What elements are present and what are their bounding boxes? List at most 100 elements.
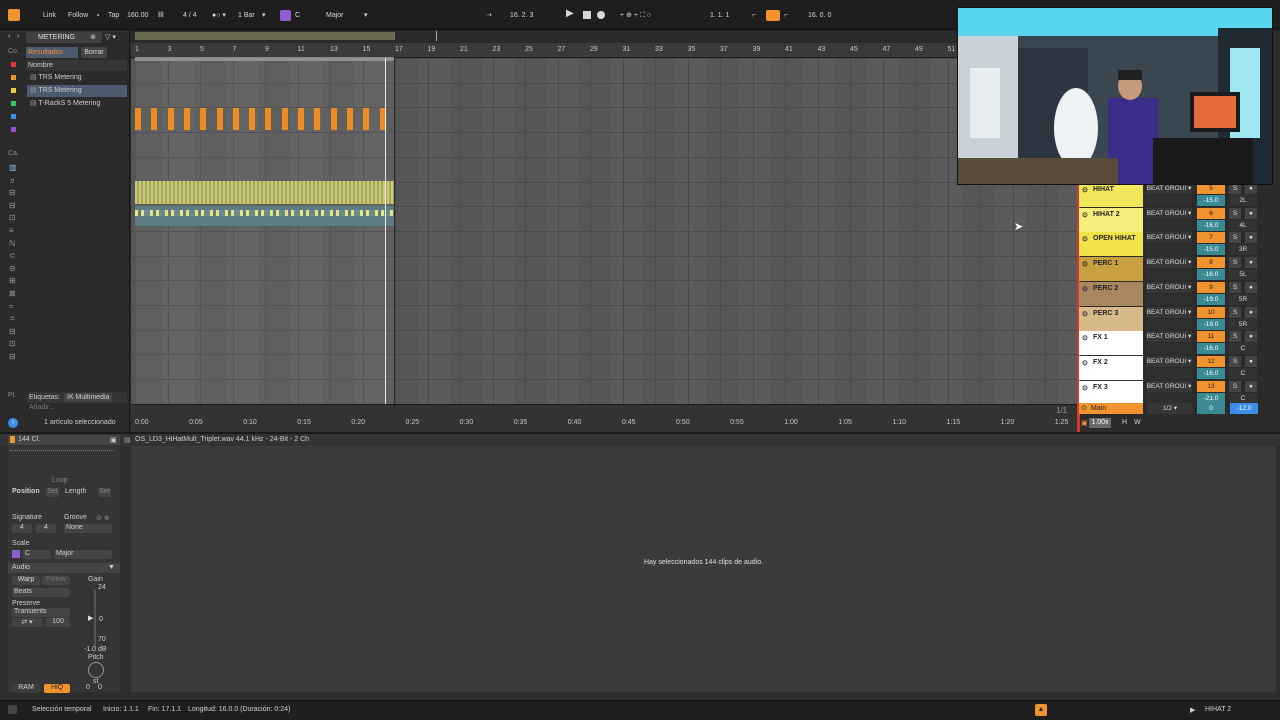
song-position-field[interactable]: 16. 2. 3 bbox=[510, 10, 533, 21]
output-channel-select[interactable] bbox=[1146, 343, 1192, 355]
track-activator[interactable]: 10 bbox=[1197, 306, 1225, 318]
tempo-field[interactable]: 160.00 bbox=[127, 10, 148, 21]
beat-ruler[interactable]: 1 3 5 7 9 11 13 15 17 19 21 23 25 27 29 31 33 35 37 39 41 43 4… bbox=[131, 43, 1077, 58]
kick-clip[interactable] bbox=[183, 108, 190, 130]
max-icon[interactable]: ℕ bbox=[9, 238, 21, 251]
solo-button[interactable]: S bbox=[1229, 232, 1241, 244]
fold-icon[interactable]: ⊙ bbox=[1082, 211, 1088, 219]
audio-effects-icon[interactable]: ⊟ bbox=[9, 200, 21, 213]
punch-out-icon[interactable]: ⌐ bbox=[784, 10, 788, 21]
status-toggle-icon[interactable] bbox=[8, 705, 17, 714]
track-pan[interactable]: 3R bbox=[1229, 244, 1257, 256]
arm-button[interactable]: ● bbox=[1245, 257, 1257, 269]
punch-in-icon[interactable]: ⌐ bbox=[752, 10, 756, 21]
clip-color-swatch[interactable] bbox=[10, 436, 15, 443]
track-activator[interactable]: 7 bbox=[1197, 232, 1225, 244]
kick-clip[interactable] bbox=[330, 108, 337, 130]
fold-icon[interactable]: ⊙ bbox=[1082, 285, 1088, 293]
kick-clip[interactable] bbox=[298, 108, 304, 130]
sounds-icon[interactable]: ▥ bbox=[9, 162, 21, 175]
play-button[interactable]: ▶ bbox=[566, 8, 574, 19]
arm-button[interactable]: ● bbox=[1245, 380, 1257, 392]
scale-icon[interactable] bbox=[280, 10, 291, 21]
modulators-icon[interactable]: ≡ bbox=[9, 225, 21, 238]
kick-clip[interactable] bbox=[135, 108, 141, 130]
fold-icon[interactable]: ⊙ bbox=[1082, 384, 1088, 392]
loop-button[interactable]: Loop bbox=[52, 477, 68, 484]
output-routing-select[interactable]: BEAT GROUI ▾ bbox=[1146, 331, 1192, 343]
mixer-track-title[interactable]: ⊙ PERC 3 bbox=[1079, 306, 1143, 331]
stop-button[interactable] bbox=[583, 11, 591, 19]
track-activator[interactable]: 11 bbox=[1197, 331, 1225, 343]
collection-red-icon[interactable] bbox=[11, 62, 16, 67]
groove-icons[interactable]: ⊘ ⊕ bbox=[96, 514, 110, 522]
gain-slider-handle-icon[interactable]: ▶ bbox=[88, 614, 93, 622]
kick-clip[interactable] bbox=[167, 108, 174, 130]
hihat-clip[interactable] bbox=[135, 181, 394, 204]
results-tab[interactable]: Resultados bbox=[26, 47, 78, 58]
track-pan[interactable]: 4L bbox=[1229, 219, 1257, 231]
grain-amount[interactable]: 100 bbox=[46, 618, 70, 627]
output-channel-select[interactable] bbox=[1146, 392, 1192, 404]
kick-clip[interactable] bbox=[216, 108, 223, 130]
key-select[interactable]: C bbox=[295, 10, 300, 21]
hiq-button[interactable]: HiQ bbox=[44, 684, 70, 693]
transpose-value[interactable]: 0 bbox=[86, 684, 90, 691]
detune-value[interactable]: 0 bbox=[98, 684, 102, 691]
clips-icon[interactable]: ⊝ bbox=[9, 263, 21, 276]
grooves-icon[interactable]: ⊠ bbox=[9, 288, 21, 301]
output-routing-select[interactable]: BEAT GROUI ▾ bbox=[1146, 257, 1192, 269]
track-volume[interactable]: -16.0 bbox=[1197, 219, 1225, 231]
follow-arrow-icon[interactable]: ⇢ bbox=[486, 10, 492, 21]
main-track[interactable]: ⊙ Main bbox=[1079, 403, 1143, 414]
output-channel-select[interactable] bbox=[1146, 269, 1192, 281]
plugins-icon[interactable]: ⊂ bbox=[9, 250, 21, 263]
track-activator[interactable]: 9 bbox=[1197, 281, 1225, 293]
track-pan[interactable]: C bbox=[1229, 343, 1257, 355]
length-set-button[interactable]: Set bbox=[98, 488, 111, 497]
mixer-track-title[interactable]: ⊙ HIHAT 2 bbox=[1079, 207, 1143, 232]
position-set-button[interactable]: Set bbox=[46, 488, 59, 497]
track-pan[interactable]: 2L bbox=[1229, 195, 1257, 206]
mixer-track-title[interactable]: ⊙ PERC 1 bbox=[1079, 257, 1143, 282]
loop-start-field[interactable]: 1. 1. 1 bbox=[710, 10, 729, 21]
preserve-select[interactable]: Transients bbox=[12, 608, 70, 617]
output-channel-select[interactable] bbox=[1146, 367, 1192, 379]
track-activator[interactable]: 12 bbox=[1197, 355, 1225, 367]
solo-button[interactable]: S bbox=[1229, 331, 1241, 343]
follow-button[interactable]: Follow bbox=[68, 10, 88, 21]
zoom-field[interactable]: 1.00x bbox=[1089, 418, 1111, 428]
templates-icon[interactable]: ≐ bbox=[9, 313, 21, 326]
ram-button[interactable]: RAM bbox=[12, 684, 40, 693]
filter-icon[interactable]: ▽ ▾ bbox=[105, 33, 116, 41]
track-pan[interactable]: C bbox=[1229, 392, 1257, 404]
drums-icon[interactable]: ♬ bbox=[9, 175, 21, 188]
fold-icon[interactable]: ⊙ bbox=[1082, 235, 1088, 243]
signature-field[interactable]: 4 / 4 bbox=[183, 10, 197, 21]
forward-arrow-icon[interactable]: › bbox=[17, 33, 19, 40]
mixer-track-title[interactable]: ⊙ OPEN HIHAT bbox=[1079, 232, 1143, 257]
groove-select[interactable]: None bbox=[64, 524, 112, 533]
kick-clip[interactable] bbox=[249, 108, 256, 130]
track-lanes[interactable]: ➤ bbox=[131, 57, 1077, 405]
track-volume[interactable]: -21.0 bbox=[1197, 392, 1225, 404]
solo-button[interactable]: S bbox=[1229, 355, 1241, 367]
output-channel-select[interactable] bbox=[1146, 219, 1192, 231]
mixer-track-title[interactable]: ⊙ FX 3 bbox=[1079, 380, 1143, 405]
metronome-icon[interactable]: ◔ bbox=[95, 10, 100, 21]
arm-button[interactable]: ● bbox=[1245, 355, 1257, 367]
main-pan[interactable]: -12.0 bbox=[1230, 403, 1258, 414]
time-ruler[interactable]: 0:00 0:05 0:10 0:15 0:20 0:25 0:30 0:35 0:40 0:45… bbox=[131, 404, 1077, 432]
collection-purple-icon[interactable] bbox=[11, 127, 16, 132]
scale-key-select[interactable]: C bbox=[23, 550, 51, 559]
track-pan[interactable]: 5R bbox=[1229, 318, 1257, 330]
signature-denominator[interactable]: 4 bbox=[36, 524, 56, 533]
mixer-track-title[interactable]: ⊙ HIHAT bbox=[1079, 183, 1143, 207]
loop-length-field[interactable]: 16. 0. 0 bbox=[808, 10, 831, 21]
output-channel-select[interactable] bbox=[1146, 293, 1192, 305]
audio-section-header[interactable]: Audio ▼ bbox=[8, 563, 120, 573]
output-routing-select[interactable]: BEAT GROUI ▾ bbox=[1146, 380, 1192, 392]
gain-slider-track[interactable] bbox=[94, 590, 96, 646]
gain-value[interactable]: -1.0 dB bbox=[84, 646, 107, 653]
track-pan[interactable]: C bbox=[1229, 367, 1257, 379]
